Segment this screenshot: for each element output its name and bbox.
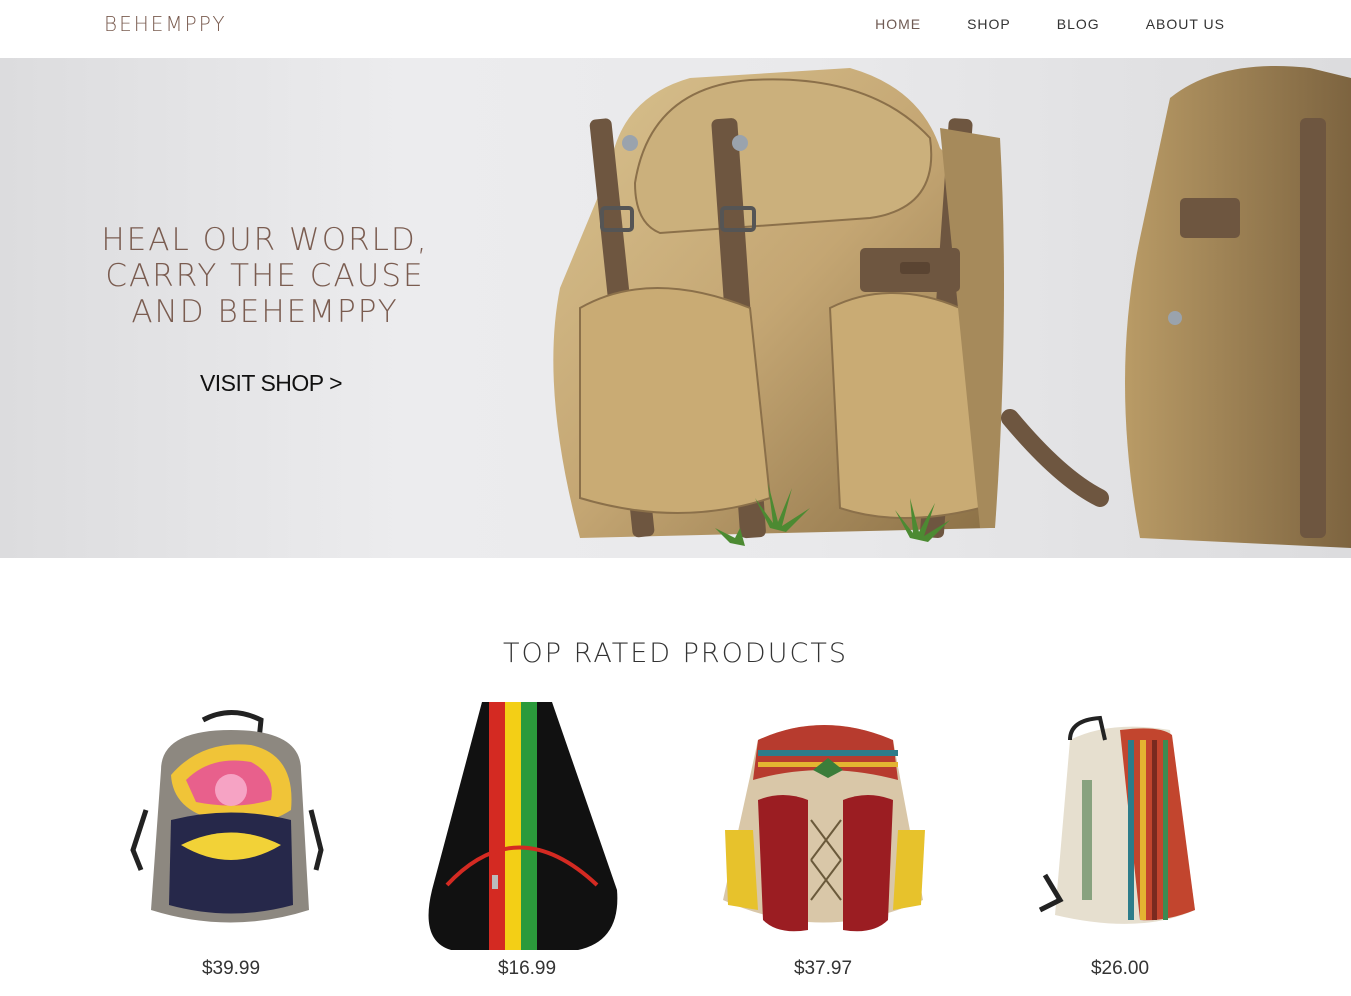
product-image[interactable] — [407, 700, 647, 950]
top-nav: BEHEMPPY HOME SHOP BLOG ABOUT US — [0, 0, 1351, 58]
nav-blog-link[interactable]: BLOG — [1057, 16, 1100, 32]
product-price: $26.00 — [1090, 958, 1150, 979]
visit-shop-button[interactable]: VISIT SHOP > — [200, 370, 343, 397]
product-image[interactable] — [703, 700, 943, 950]
product-price: $16.99 — [497, 958, 557, 979]
product-price: $37.97 — [793, 958, 853, 979]
product-card[interactable]: $39.99 — [111, 700, 351, 996]
hero-line-3: AND BEHEMPPY — [131, 294, 399, 330]
site-logo[interactable]: BEHEMPPY — [104, 12, 227, 36]
nav-about-link[interactable]: ABOUT US — [1146, 16, 1225, 32]
product-image[interactable] — [111, 700, 351, 950]
nav-home-link[interactable]: HOME — [875, 16, 921, 32]
product-card[interactable]: $26.00 — [1000, 700, 1240, 996]
hero-line-2: CARRY THE CAUSE — [105, 258, 425, 294]
nav-shop-link[interactable]: SHOP — [967, 16, 1011, 32]
product-card[interactable]: $37.97 — [703, 700, 943, 996]
main-menu: HOME SHOP BLOG ABOUT US — [829, 16, 1225, 32]
hero-text-block: HEAL OUR WORLD, CARRY THE CAUSE AND BEHE… — [80, 222, 450, 397]
hero-banner: HEAL OUR WORLD, CARRY THE CAUSE AND BEHE… — [0, 58, 1351, 558]
top-rated-title: TOP RATED PRODUCTS — [503, 638, 848, 669]
product-image[interactable] — [1000, 700, 1240, 950]
product-price: $39.99 — [201, 958, 261, 979]
product-card[interactable]: $16.99 — [407, 700, 647, 996]
hero-line-1: HEAL OUR WORLD, — [101, 222, 429, 258]
product-grid: $39.99 $16.99 $37.97 $26.00 — [0, 700, 1351, 996]
hero-backpack-image — [553, 66, 1351, 548]
